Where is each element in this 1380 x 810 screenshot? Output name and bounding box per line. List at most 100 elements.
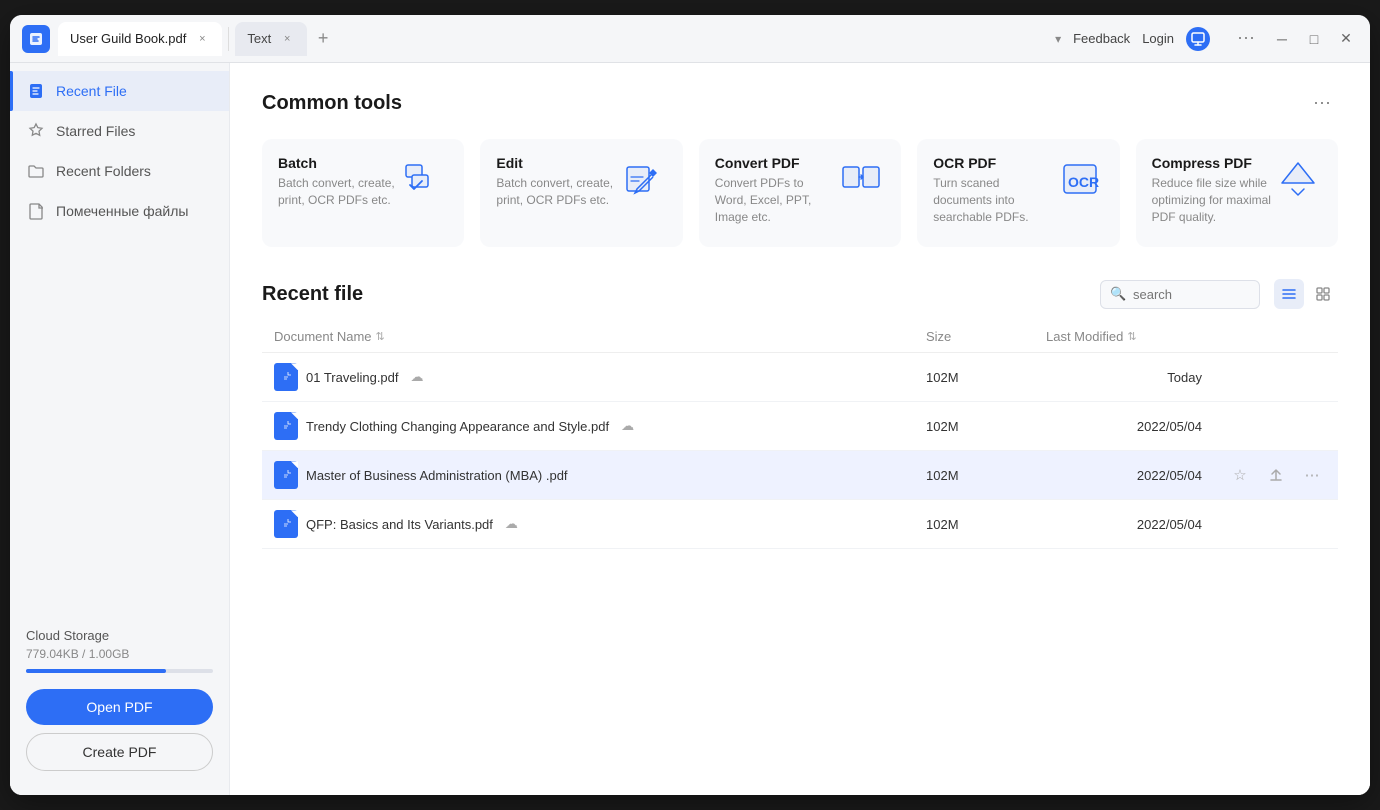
tool-convert-name: Convert PDF: [715, 155, 837, 171]
file-date-cell-3: 2022/05/04: [1034, 451, 1214, 500]
tab-text-label: Text: [247, 31, 271, 46]
col-header-actions: [1214, 321, 1338, 353]
tool-card-edit-info: Edit Batch convert, create, print, OCR P…: [496, 155, 618, 209]
tool-card-ocr[interactable]: OCR PDF Turn scaned documents into searc…: [917, 139, 1119, 247]
tool-card-ocr-header: OCR PDF Turn scaned documents into searc…: [933, 155, 1103, 225]
login-button[interactable]: Login: [1142, 31, 1174, 46]
table-row: Master of Business Administration (MBA) …: [262, 451, 1338, 500]
file-row-name-4: QFP: Basics and Its Variants.pdf ☁: [274, 510, 902, 538]
sidebar-item-recent-folders[interactable]: Recent Folders: [10, 151, 229, 191]
tool-compress-name: Compress PDF: [1152, 155, 1274, 171]
close-button[interactable]: ✕: [1334, 27, 1358, 51]
title-bar-right: ▾ Feedback Login ⋯ ─ □ ✕: [1055, 23, 1358, 55]
sidebar-item-recent-file-label: Recent File: [56, 83, 127, 99]
file-row-name-3: Master of Business Administration (MBA) …: [274, 461, 902, 489]
col-header-last-modified: Last Modified ⇅: [1034, 321, 1214, 353]
file-date-cell-1: Today: [1034, 353, 1214, 402]
list-view-button[interactable]: [1274, 279, 1304, 309]
sidebar-item-starred-files[interactable]: Starred Files: [10, 111, 229, 151]
tool-card-convert-info: Convert PDF Convert PDFs to Word, Excel,…: [715, 155, 837, 225]
tool-compress-desc: Reduce file size while optimizing for ma…: [1152, 175, 1274, 225]
common-tools-header: Common tools ⋯: [262, 87, 1338, 119]
tool-ocr-desc: Turn scaned documents into searchable PD…: [933, 175, 1055, 225]
sidebar-item-recent-folders-label: Recent Folders: [56, 163, 151, 179]
tab-text[interactable]: Text ×: [235, 22, 307, 56]
tool-card-batch-info: Batch Batch convert, create, print, OCR …: [278, 155, 400, 209]
file-actions-cell-4: [1214, 500, 1338, 549]
dropdown-chevron-icon[interactable]: ▾: [1055, 32, 1061, 46]
sidebar: Recent File Starred Files Recent Folders: [10, 63, 230, 795]
tool-compress-icon: [1274, 155, 1322, 203]
file-icon-4: [274, 510, 298, 538]
svg-text:OCR: OCR: [1068, 174, 1099, 190]
open-pdf-button[interactable]: Open PDF: [26, 689, 213, 725]
col-name-sort[interactable]: Document Name ⇅: [274, 329, 902, 344]
notification-icon[interactable]: [1186, 27, 1210, 51]
recent-file-icon: [26, 81, 46, 101]
tool-card-convert-header: Convert PDF Convert PDFs to Word, Excel,…: [715, 155, 885, 225]
star-action-button[interactable]: ☆: [1226, 461, 1254, 489]
tab-add-button[interactable]: +: [309, 25, 337, 53]
tool-batch-desc: Batch convert, create, print, OCR PDFs e…: [278, 175, 400, 209]
col-date-sort[interactable]: Last Modified ⇅: [1046, 329, 1202, 344]
tab-close-1[interactable]: ×: [194, 31, 210, 47]
common-tools-more-button[interactable]: ⋯: [1306, 87, 1338, 119]
tool-card-batch[interactable]: Batch Batch convert, create, print, OCR …: [262, 139, 464, 247]
sidebar-item-recent-file[interactable]: Recent File: [10, 71, 229, 111]
tool-edit-icon: [619, 155, 667, 203]
cloud-icon-4: ☁: [505, 516, 518, 532]
tab-close-2[interactable]: ×: [279, 31, 295, 47]
tool-card-convert[interactable]: Convert PDF Convert PDFs to Word, Excel,…: [699, 139, 901, 247]
app-logo: [22, 25, 50, 53]
starred-files-icon: [26, 121, 46, 141]
tool-card-ocr-info: OCR PDF Turn scaned documents into searc…: [933, 155, 1055, 225]
feedback-button[interactable]: Feedback: [1073, 31, 1130, 46]
search-icon: 🔍: [1110, 286, 1126, 302]
title-bar: User Guild Book.pdf × Text × + ▾ Feedbac…: [10, 15, 1370, 63]
file-name-cell-4: QFP: Basics and Its Variants.pdf ☁: [262, 500, 914, 549]
cloud-storage-usage: 779.04KB / 1.00GB: [26, 647, 213, 661]
upload-action-button[interactable]: [1262, 461, 1290, 489]
file-name-cell-2: Trendy Clothing Changing Appearance and …: [262, 402, 914, 451]
search-wrapper: 🔍: [1100, 280, 1260, 309]
view-toggle: [1274, 279, 1338, 309]
storage-progress-bar: [26, 669, 213, 673]
grid-view-button[interactable]: [1308, 279, 1338, 309]
tool-edit-desc: Batch convert, create, print, OCR PDFs e…: [496, 175, 618, 209]
table-row: Trendy Clothing Changing Appearance and …: [262, 402, 1338, 451]
date-sort-icon: ⇅: [1127, 330, 1136, 343]
more-options-button[interactable]: ⋯: [1230, 23, 1262, 55]
cloud-icon-2: ☁: [621, 418, 634, 434]
tool-card-compress[interactable]: Compress PDF Reduce file size while opti…: [1136, 139, 1338, 247]
main-content: Recent File Starred Files Recent Folders: [10, 63, 1370, 795]
recent-file-title: Recent file: [262, 283, 363, 306]
tool-ocr-icon: OCR: [1056, 155, 1104, 203]
recent-file-header: Recent file 🔍: [262, 279, 1338, 309]
tab-bar: User Guild Book.pdf × Text × +: [58, 22, 1055, 56]
minimize-button[interactable]: ─: [1270, 27, 1294, 51]
more-action-button[interactable]: ⋯: [1298, 461, 1326, 489]
file-table-head: Document Name ⇅ Size Last Modified ⇅: [262, 321, 1338, 353]
file-actions-cell-3: ☆ ⋯: [1214, 451, 1338, 500]
tool-card-edit-header: Edit Batch convert, create, print, OCR P…: [496, 155, 666, 209]
file-table: Document Name ⇅ Size Last Modified ⇅: [262, 321, 1338, 549]
maximize-button[interactable]: □: [1302, 27, 1326, 51]
tool-card-compress-header: Compress PDF Reduce file size while opti…: [1152, 155, 1322, 225]
table-row: QFP: Basics and Its Variants.pdf ☁ 102M …: [262, 500, 1338, 549]
col-header-size: Size: [914, 321, 1034, 353]
tool-card-edit[interactable]: Edit Batch convert, create, print, OCR P…: [480, 139, 682, 247]
file-table-body: 01 Traveling.pdf ☁ 102M Today: [262, 353, 1338, 549]
col-header-name: Document Name ⇅: [262, 321, 914, 353]
sidebar-bottom: Cloud Storage 779.04KB / 1.00GB Open PDF…: [10, 612, 229, 787]
file-icon-1: [274, 363, 298, 391]
file-actions-3: ☆ ⋯: [1226, 461, 1326, 489]
tab-user-guild-book-label: User Guild Book.pdf: [70, 31, 186, 46]
file-name-cell-1: 01 Traveling.pdf ☁: [262, 353, 914, 402]
recent-folders-icon: [26, 161, 46, 181]
create-pdf-button[interactable]: Create PDF: [26, 733, 213, 771]
file-actions-cell-2: [1214, 402, 1338, 451]
tool-batch-icon: [400, 155, 448, 203]
tab-user-guild-book[interactable]: User Guild Book.pdf ×: [58, 22, 222, 56]
file-size-cell-4: 102M: [914, 500, 1034, 549]
sidebar-item-pomechennye[interactable]: Помеченные файлы: [10, 191, 229, 231]
